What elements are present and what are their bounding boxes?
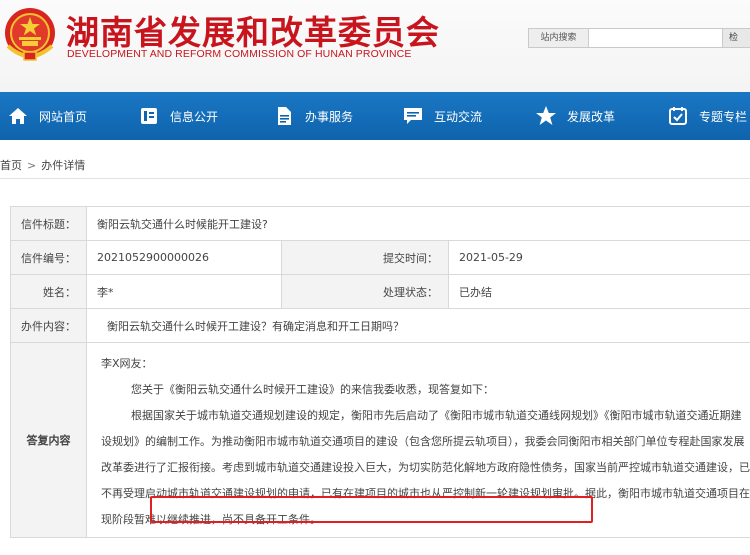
number-label: 信件编号： [10,240,87,275]
status-value: 已办结 [448,274,750,309]
info-icon [141,108,157,124]
status-label: 处理状态： [281,274,449,309]
site-title: 湖南省发展和改革委员会 [66,13,440,52]
search-input[interactable] [590,29,710,47]
table-row: 办件内容： 衡阳云轨交通什么时候开工建设？有确定消息和开工日期吗？ [10,308,750,343]
breadcrumb-current: 办件详情 [41,159,86,172]
main-nav: 网站首页 信息公开 办事服务 互动交流 发展改革 专题专栏 [0,92,750,140]
table-row: 姓名： 李* 处理状态： 已办结 [10,274,750,309]
title-value: 衡阳云轨交通什么时候能开工建设? [86,206,750,241]
nav-label: 互动交流 [434,109,483,124]
star-icon [536,106,556,125]
table-row: 信件编号： 2021052900000026 提交时间： 2021-05-29 [10,240,750,275]
reply-paragraph: 设规划》的编制工作。为推动衡阳市城市轨道交通项目的建设（包含您所提云轨项目），我… [101,435,745,448]
reply-paragraph: 改革委进行了汇报衔接。考虑到城市轨道交通建设投入巨大，为切实防范化解地方政府隐性… [101,461,750,474]
number-value: 2021052900000026 [86,240,282,275]
chat-icon [404,108,422,124]
highlight-box [150,496,593,523]
name-label: 姓名： [10,274,87,309]
submit-time-label: 提交时间： [281,240,449,275]
nav-item-topics[interactable]: 专题专栏 [667,92,747,140]
table-row: 信件标题： 衡阳云轨交通什么时候能开工建设? [10,206,750,241]
nav-label: 专题专栏 [699,109,748,124]
home-icon [9,108,27,124]
nav-item-info[interactable]: 信息公开 [138,92,218,140]
content-label: 办件内容： [10,308,87,343]
nav-item-interaction[interactable]: 互动交流 [402,92,482,140]
breadcrumb-separator: > [27,159,37,172]
reply-paragraph: 根据国家关于城市轨道交通规划建设的规定，衡阳市先后启动了《衡阳市城市轨道交通线网… [131,409,742,422]
title-label: 信件标题： [10,206,87,241]
search-box: 站内搜索 [528,28,750,48]
national-emblem-icon [5,8,55,61]
submit-time-value: 2021-05-29 [448,240,750,275]
nav-item-home[interactable]: 网站首页 [7,92,87,140]
document-icon [278,107,291,125]
site-header: 湖南省发展和改革委员会 DEVELOPMENT AND REFORM COMMI… [0,0,750,92]
name-value: 李* [86,274,282,309]
reply-greeting: 李X网友： [101,357,153,370]
calendar-icon [669,107,687,125]
nav-item-reform[interactable]: 发展改革 [535,92,615,140]
nav-label: 办事服务 [305,109,354,124]
search-button[interactable]: 检 [722,28,750,48]
nav-label: 发展改革 [567,109,616,124]
breadcrumb-home-link[interactable]: 首页 [0,159,22,172]
reply-label: 答复内容 [10,342,87,538]
nav-item-service[interactable]: 办事服务 [273,92,353,140]
reply-paragraph: 据此，衡阳市城市轨道交通项目在 [585,487,750,500]
content-value: 衡阳云轨交通什么时候开工建设？有确定消息和开工日期吗？ [86,308,750,343]
site-subtitle: DEVELOPMENT AND REFORM COMMISSION OF HUN… [67,48,412,60]
letter-detail-table: 信件标题： 衡阳云轨交通什么时候能开工建设? 信件编号： 20210529000… [10,206,750,538]
divider [0,178,750,179]
reply-paragraph: 您关于《衡阳云轨交通什么时候开工建设》的来信我委收悉，现答复如下： [131,383,494,396]
breadcrumb: 首页 > 办件详情 [0,142,750,182]
nav-label: 信息公开 [170,109,219,124]
nav-label: 网站首页 [39,109,88,124]
search-label: 站内搜索 [529,29,589,47]
